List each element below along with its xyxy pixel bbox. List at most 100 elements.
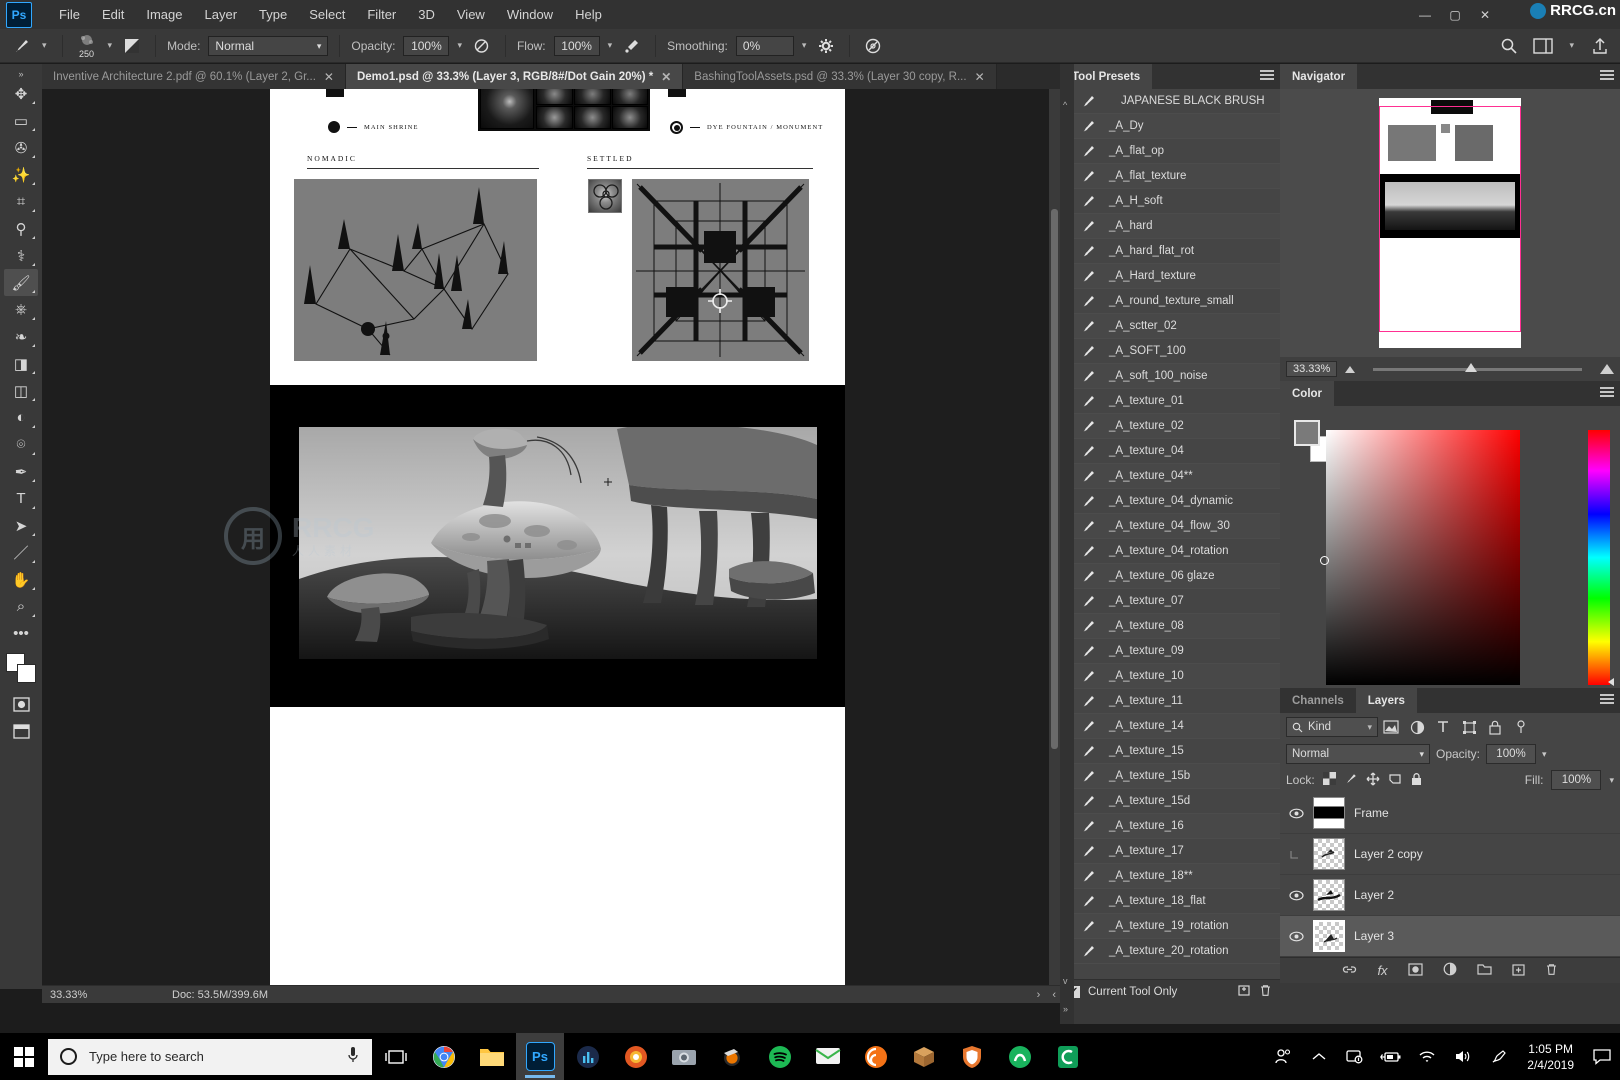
color-swatches[interactable] xyxy=(4,651,38,685)
taskbar-app-messaging[interactable] xyxy=(804,1033,852,1080)
type-tool-icon[interactable]: T xyxy=(4,485,38,512)
taskbar-app-blender[interactable] xyxy=(708,1033,756,1080)
flow-input[interactable]: 100% xyxy=(553,35,600,56)
search-icon[interactable] xyxy=(1497,34,1521,58)
navigator-preview[interactable] xyxy=(1280,89,1620,357)
menu-3d[interactable]: 3D xyxy=(407,3,446,26)
shape-filter-icon[interactable] xyxy=(1456,716,1482,738)
tool-preset-item[interactable]: _A_texture_18_flat xyxy=(1071,889,1280,914)
taskbar-app-substance-app[interactable] xyxy=(996,1033,1044,1080)
close-tab-icon[interactable]: ✕ xyxy=(661,70,671,84)
tool-preset-item[interactable]: _A_texture_20_rotation xyxy=(1071,939,1280,964)
document-tab[interactable]: Inventive Architecture 2.pdf @ 60.1% (La… xyxy=(42,64,346,89)
brush-tool-chevron-icon[interactable]: ▾ xyxy=(38,40,51,51)
pressure-opacity-toggle-icon[interactable] xyxy=(470,34,494,58)
opacity-chevron-icon[interactable]: ▾ xyxy=(453,40,466,51)
close-button[interactable]: ✕ xyxy=(1470,0,1500,29)
taskbar-app-spotify[interactable] xyxy=(756,1033,804,1080)
smoothing-input[interactable]: 0% xyxy=(735,35,794,56)
delete-layer-icon[interactable] xyxy=(1545,963,1558,979)
people-icon[interactable] xyxy=(1265,1033,1301,1080)
notification-icon[interactable] xyxy=(1584,1033,1620,1080)
tool-preset-item[interactable]: _A_hard_flat_rot xyxy=(1071,239,1280,264)
close-tab-icon[interactable]: ✕ xyxy=(975,70,985,84)
document-tab[interactable]: BashingToolAssets.psd @ 33.3% (Layer 30 … xyxy=(683,64,997,89)
wifi-icon[interactable] xyxy=(1409,1033,1445,1080)
menu-window[interactable]: Window xyxy=(496,3,564,26)
path-selection-tool-icon[interactable]: ➤ xyxy=(4,512,38,539)
menu-select[interactable]: Select xyxy=(298,3,356,26)
panel-collapse-strip[interactable]: ^ v » xyxy=(1060,64,1074,1024)
volume-icon[interactable] xyxy=(1445,1033,1481,1080)
taskbar-app-firefox-dev[interactable] xyxy=(612,1033,660,1080)
trash-icon[interactable] xyxy=(1259,984,1272,1000)
menu-type[interactable]: Type xyxy=(248,3,298,26)
foreground-color-swatch[interactable] xyxy=(1294,420,1320,446)
panel-menu-icon[interactable] xyxy=(1260,70,1274,82)
new-layer-icon[interactable] xyxy=(1511,963,1525,979)
microphone-icon[interactable] xyxy=(346,1046,360,1067)
scrollbar-thumb[interactable] xyxy=(1051,209,1058,749)
hand-tool-icon[interactable]: ✋ xyxy=(4,566,38,593)
symmetry-icon[interactable] xyxy=(861,34,885,58)
menu-edit[interactable]: Edit xyxy=(91,3,135,26)
tool-preset-item[interactable]: _A_texture_04 xyxy=(1071,439,1280,464)
layer-thumbnail[interactable] xyxy=(1313,879,1345,911)
type-filter-icon[interactable] xyxy=(1430,716,1456,738)
layer-visibility-eye-icon[interactable] xyxy=(1288,931,1304,942)
taskbar-app-chrome[interactable] xyxy=(420,1033,468,1080)
toolbar-collapse-icon[interactable]: » xyxy=(4,68,38,80)
layer-opacity-input[interactable]: 100% xyxy=(1486,744,1537,764)
chevron-down-icon[interactable]: ▾ xyxy=(1367,722,1372,733)
tool-preset-item[interactable]: _A_round_texture_small xyxy=(1071,289,1280,314)
tool-preset-item[interactable]: _A_soft_100_noise xyxy=(1071,364,1280,389)
taskbar-clock[interactable]: 1:05 PM 2/4/2019 xyxy=(1517,1041,1584,1073)
document-canvas[interactable]: MAIN SHRINE DYE FOUNTAIN / MONUMENT NOMA… xyxy=(42,89,1060,989)
navigator-zoom-value[interactable]: 33.33% xyxy=(1286,361,1338,377)
tool-preset-item[interactable]: _A_flat_texture xyxy=(1071,164,1280,189)
blend-mode-select[interactable]: Normal ▾ xyxy=(208,35,329,56)
gear-icon[interactable] xyxy=(814,34,838,58)
brush-tool-icon[interactable] xyxy=(10,34,34,58)
tab-channels[interactable]: Channels xyxy=(1280,688,1356,713)
zoom-out-icon[interactable] xyxy=(1345,365,1356,373)
layer-visibility-eye-icon[interactable] xyxy=(1288,890,1304,901)
tool-preset-item[interactable]: _A_texture_06 glaze xyxy=(1071,564,1280,589)
tool-preset-item[interactable]: _A_texture_09 xyxy=(1071,639,1280,664)
scroll-left-icon[interactable]: ‹ xyxy=(1052,989,1056,1001)
taskbar-app-shield-app[interactable] xyxy=(948,1033,996,1080)
chevron-down-icon[interactable]: ▾ xyxy=(1419,749,1424,760)
more-tools-icon[interactable]: ••• xyxy=(4,620,38,647)
taskbar-app-photoshop[interactable]: Ps xyxy=(516,1033,564,1080)
line-shape-tool-icon[interactable]: ／ xyxy=(4,539,38,566)
tool-preset-item[interactable]: _A_texture_10 xyxy=(1071,664,1280,689)
slider-knob[interactable] xyxy=(1465,362,1478,372)
battery-icon[interactable] xyxy=(1373,1033,1409,1080)
eyedropper-tool-icon[interactable]: ⚲ xyxy=(4,215,38,242)
taskbar-app-file-explorer[interactable] xyxy=(468,1033,516,1080)
brush-tool-icon[interactable]: 🖌 xyxy=(4,269,38,296)
tool-preset-item[interactable]: _A_texture_17 xyxy=(1071,839,1280,864)
layer-row[interactable]: Layer 3 xyxy=(1280,916,1620,957)
layer-thumbnail[interactable] xyxy=(1313,838,1345,870)
link-layers-icon[interactable] xyxy=(1342,963,1357,979)
tool-preset-item[interactable]: _A_texture_18** xyxy=(1071,864,1280,889)
adjustment-layer-icon[interactable] xyxy=(1443,962,1457,979)
chevron-down-icon[interactable]: ▾ xyxy=(1542,749,1547,760)
taskbar-app-camera-app[interactable] xyxy=(660,1033,708,1080)
clone-stamp-tool-icon[interactable]: ⎈ xyxy=(4,296,38,323)
onedrive-icon[interactable] xyxy=(1337,1033,1373,1080)
tool-preset-item[interactable]: _A_texture_02 xyxy=(1071,414,1280,439)
taskbar-app-media-app[interactable] xyxy=(564,1033,612,1080)
tool-preset-item[interactable]: _A_SOFT_100 xyxy=(1071,339,1280,364)
tool-preset-item[interactable]: _A_texture_07 xyxy=(1071,589,1280,614)
task-view-icon[interactable] xyxy=(372,1033,420,1080)
tool-preset-item[interactable]: _A_texture_08 xyxy=(1071,614,1280,639)
navigator-zoom-slider[interactable] xyxy=(1373,362,1582,372)
tool-preset-item[interactable]: _A_texture_04_rotation xyxy=(1071,539,1280,564)
taskbar-app-cinema4d[interactable] xyxy=(1044,1033,1092,1080)
quick-mask-icon[interactable] xyxy=(4,691,38,718)
document-tab[interactable]: Demo1.psd @ 33.3% (Layer 3, RGB/8#/Dot G… xyxy=(345,64,684,89)
layer-row[interactable]: Layer 2 copy xyxy=(1280,834,1620,875)
layer-style-icon[interactable]: fx xyxy=(1377,963,1387,978)
